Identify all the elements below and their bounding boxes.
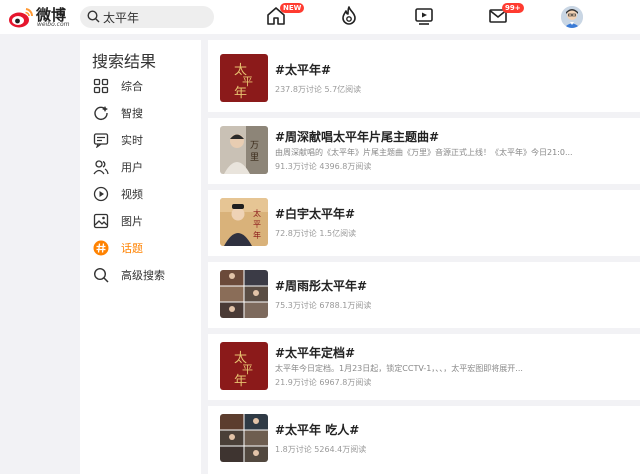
message-count-badge: 99+ — [502, 3, 524, 13]
topic-card[interactable]: #太平年 吃人# 1.8万讨论 5264.4万阅读 — [208, 406, 640, 472]
topic-card[interactable]: #周雨彤太平年# 75.3万讨论 6788.1万阅读 — [208, 262, 640, 328]
topic-thumbnail[interactable] — [220, 414, 268, 462]
topic-card[interactable]: 太 平 年 #太平年定档# 太平年今日定档。1月23日起，锁定CCTV-1，、、… — [208, 334, 640, 400]
new-badge: NEW — [280, 3, 305, 13]
topic-title[interactable]: #白宇太平年# — [275, 205, 355, 222]
svg-text:万: 万 — [250, 141, 259, 151]
sidebar-item-label: 话题 — [121, 242, 143, 255]
sidebar-item-label: 视频 — [121, 188, 143, 201]
nav-hot[interactable] — [340, 6, 358, 30]
topic-description: 太平年今日定档。1月23日起，锁定CCTV-1，、、，太平宏图即将展开... — [275, 364, 523, 373]
sidebar-item-label: 实时 — [121, 134, 143, 147]
topic-stats: 91.3万讨论 4396.8万阅读 — [275, 162, 372, 171]
sidebar-title: 搜索结果 — [92, 52, 157, 71]
sidebar-item-label: 智搜 — [121, 107, 143, 120]
topic-title[interactable]: #周雨彤太平年# — [275, 277, 367, 294]
svg-text:平: 平 — [253, 220, 261, 229]
topic-description: 由周深献唱的《太平年》片尾主题曲《万里》音源正式上线！《太平年》今日21:0..… — [275, 148, 573, 157]
user-icon — [93, 160, 109, 175]
topic-icon — [93, 240, 109, 256]
search-box[interactable]: 太平年 — [80, 6, 214, 28]
nav-home[interactable]: NEW — [266, 3, 305, 30]
flame-icon — [342, 6, 356, 25]
topic-stats: 21.9万讨论 6967.8万阅读 — [275, 378, 372, 387]
nav-video[interactable] — [414, 6, 434, 30]
sidebar-item-advanced-search[interactable]: 高级搜索 — [80, 263, 201, 287]
actor-poster-image: 太 平 年 — [220, 198, 268, 246]
topic-card[interactable]: 太 平 年 #太平年# 237.8万讨论 5.7亿阅读 — [208, 46, 640, 112]
topic-card[interactable]: 万 里 #周深献唱太平年片尾主题曲# 由周深献唱的《太平年》片尾主题曲《万里》音… — [208, 118, 640, 184]
logo-subtext: weibo.com — [37, 21, 70, 28]
grid-icon — [93, 78, 109, 94]
sidebar-item-images[interactable]: 图片 — [80, 209, 201, 233]
sidebar-item-topics[interactable]: 话题 — [80, 236, 201, 260]
topic-stats: 1.8万讨论 5264.4万阅读 — [275, 445, 367, 454]
svg-text:太: 太 — [253, 208, 261, 218]
sidebar-item-smart-search[interactable]: 智搜 — [80, 101, 201, 125]
avatar[interactable] — [561, 6, 583, 28]
realtime-icon — [93, 133, 109, 148]
svg-text:年: 年 — [234, 86, 247, 101]
sidebar-item-video[interactable]: 视频 — [80, 182, 201, 206]
topic-thumbnail[interactable]: 太 平 年 — [220, 342, 268, 390]
photo-collage-image — [220, 270, 268, 318]
sidebar-item-label: 用户 — [121, 161, 143, 174]
topic-thumbnail[interactable]: 万 里 — [220, 126, 268, 174]
weibo-eye-icon — [9, 8, 34, 28]
singer-photo-image: 万 里 — [220, 126, 268, 174]
topic-stats: 75.3万讨论 6788.1万阅读 — [275, 301, 372, 310]
topic-thumbnail[interactable]: 太 平 年 — [220, 198, 268, 246]
svg-text:年: 年 — [234, 374, 247, 389]
topic-thumbnail[interactable] — [220, 270, 268, 318]
nav-messages[interactable]: 99+ — [488, 3, 524, 30]
svg-text:里: 里 — [250, 152, 259, 163]
sidebar-item-users[interactable]: 用户 — [80, 155, 201, 179]
topic-thumbnail[interactable]: 太 平 年 — [220, 54, 268, 102]
topic-title[interactable]: #周深献唱太平年片尾主题曲# — [275, 128, 439, 145]
topic-title[interactable]: #太平年 吃人# — [275, 421, 359, 438]
topic-title[interactable]: #太平年定档# — [275, 344, 355, 361]
topic-title[interactable]: #太平年# — [275, 61, 331, 78]
topic-stats: 72.8万讨论 1.5亿阅读 — [275, 229, 357, 238]
sidebar-item-label: 高级搜索 — [121, 269, 165, 282]
topic-stats: 237.8万讨论 5.7亿阅读 — [275, 85, 362, 94]
video-play-icon — [415, 8, 433, 25]
poster-image: 太 平 年 — [220, 342, 268, 390]
sidebar-item-realtime[interactable]: 实时 — [80, 128, 201, 152]
weibo-logo[interactable]: 微博 weibo.com — [8, 5, 74, 31]
smart-search-icon — [94, 106, 108, 121]
sidebar-item-label: 图片 — [121, 215, 143, 228]
top-bar: 微博 weibo.com 太平年 NEW 99+ — [0, 0, 640, 34]
svg-text:年: 年 — [253, 230, 261, 240]
advanced-search-icon — [93, 267, 109, 283]
search-icon — [87, 10, 100, 23]
search-input[interactable]: 太平年 — [103, 9, 139, 26]
photo-collage-image — [220, 414, 268, 462]
topic-card[interactable]: 太 平 年 #白宇太平年# 72.8万讨论 1.5亿阅读 — [208, 190, 640, 256]
sidebar-item-all[interactable]: 综合 — [80, 74, 201, 98]
sidebar-item-label: 综合 — [121, 80, 143, 93]
video-icon — [93, 186, 109, 202]
image-icon — [93, 213, 109, 229]
poster-image: 太 平 年 — [220, 54, 268, 102]
sidebar: 搜索结果 综合 智搜 实时 用户 视频 图片 话题 高级搜索 — [80, 40, 201, 474]
topic-results-list: 太 平 年 #太平年# 237.8万讨论 5.7亿阅读 万 里 #周深献唱太平年… — [208, 40, 640, 474]
avatar-face-icon — [561, 6, 583, 28]
